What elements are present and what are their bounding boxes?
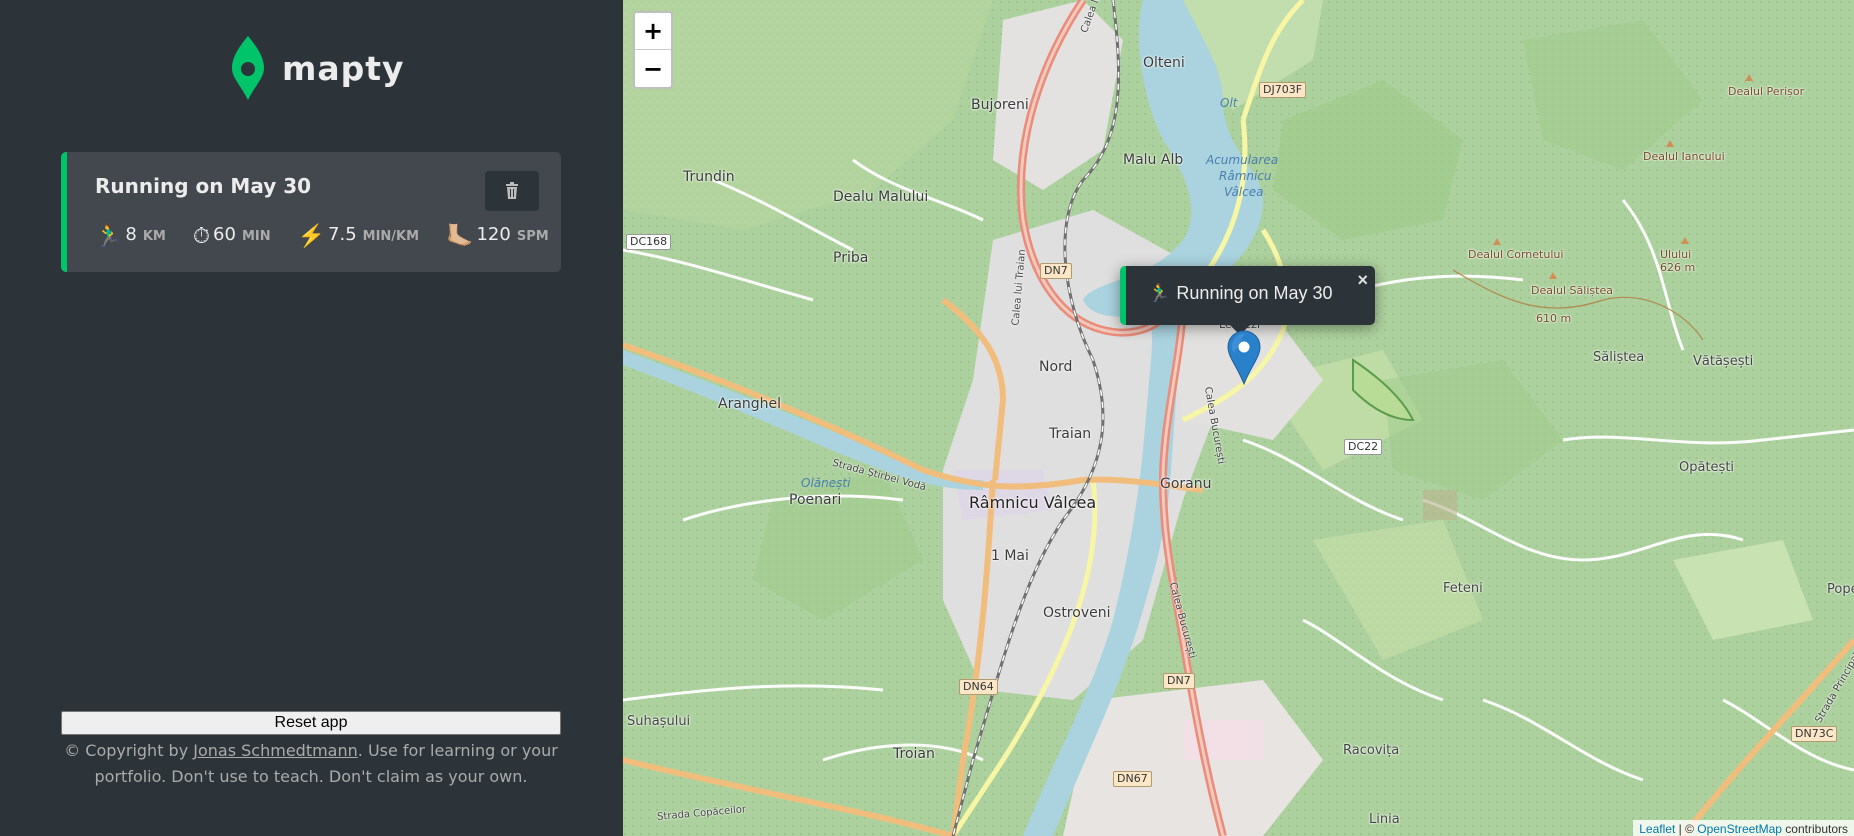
peak-label: 626 m [1660, 261, 1696, 274]
place-label: Priba [833, 250, 869, 266]
attribution-separator: | © [1675, 822, 1698, 836]
zoom-control: + − [633, 11, 673, 89]
map[interactable]: Olteni Bujoreni Malu Alb Trundin Dealu M… [623, 0, 1854, 836]
map-tiles[interactable] [623, 0, 1854, 836]
place-label: Linia [1369, 812, 1400, 827]
place-label: Traian [1049, 426, 1092, 442]
peak-label: Dealul Iancului [1643, 150, 1725, 163]
place-label: Olteni [1143, 55, 1185, 71]
duration-unit: min [241, 229, 271, 244]
peak-label: Dealul Cornetului [1468, 248, 1564, 261]
app-root: mapty Running on May 30 🏃‍♂️ 8 km [0, 0, 1854, 836]
place-label: Săliștea [1593, 350, 1645, 365]
road-ref-label: DN67 [1113, 771, 1152, 787]
peak-label: 610 m [1536, 312, 1572, 325]
author-link[interactable]: Jonas Schmedtmann [193, 741, 358, 760]
location-marker-icon[interactable] [1227, 330, 1261, 385]
workout-cadence: 🦶🏼 120 spm [446, 224, 549, 249]
runner-icon: 🏃‍♂️ [95, 224, 123, 249]
map-pin-icon [232, 36, 264, 100]
peak-label: Dealul Săliștea [1531, 284, 1613, 297]
distance-unit: km [142, 229, 166, 244]
zoom-out-button[interactable]: − [635, 50, 671, 87]
place-label: Racovița [1343, 743, 1400, 758]
road-ref-label: DN7 [1163, 673, 1195, 689]
peak-label: Dealul Perișor [1728, 85, 1805, 98]
place-label: Nord [1039, 359, 1073, 375]
popup-content: 🏃‍♂️ Running on May 30 [1148, 283, 1333, 304]
app-name: mapty [282, 48, 405, 88]
pace-unit: min/km [362, 229, 420, 244]
workout-distance: 🏃‍♂️ 8 km [95, 224, 166, 249]
workout-card-running[interactable]: Running on May 30 🏃‍♂️ 8 km ⏱ [61, 152, 561, 272]
workout-title: Running on May 30 [95, 174, 312, 198]
road-ref-label: DN64 [959, 679, 998, 695]
place-label: Bujoreni [971, 97, 1029, 113]
popup-title: Running on May 30 [1176, 283, 1333, 303]
water-label: Vâlcea [1224, 185, 1264, 199]
runner-icon: 🏃‍♂️ [1148, 283, 1171, 303]
workout-popup[interactable]: 🏃‍♂️ Running on May 30 × [1120, 266, 1375, 325]
road-ref-label: DN73C [1791, 726, 1838, 742]
workout-details: 🏃‍♂️ 8 km ⏱ 60 min ⚡️ 7.5 min/km 🦶🏼 120 [95, 224, 549, 249]
copyright-text: © Copyright by Jonas Schmedtmann. Use fo… [61, 738, 561, 790]
reset-app-button[interactable]: Reset app [61, 711, 561, 735]
water-label: Olănești [801, 476, 851, 490]
road-ref-label: DJ703F [1259, 82, 1307, 98]
place-label-city: Râmnicu Vâlcea [969, 493, 1097, 512]
attribution-suffix: contributors [1781, 822, 1848, 836]
distance-value: 8 [125, 224, 137, 245]
popup-close-button[interactable]: × [1357, 270, 1368, 291]
pace-value: 7.5 [328, 224, 357, 245]
place-label: Feteni [1443, 581, 1483, 596]
foot-icon: 🦶🏼 [446, 224, 474, 249]
water-label: Olt [1220, 96, 1238, 110]
place-label: Vătășești [1693, 354, 1754, 369]
place-label: Aranghel [718, 396, 782, 412]
workout-pace: ⚡️ 7.5 min/km [298, 224, 419, 249]
place-label: Suhașului [627, 714, 691, 729]
cadence-value: 120 [476, 224, 511, 245]
zoom-in-button[interactable]: + [635, 13, 671, 50]
stopwatch-icon: ⏱ [192, 224, 211, 249]
cadence-unit: spm [516, 229, 549, 244]
leaflet-link[interactable]: Leaflet [1639, 822, 1675, 836]
logo: mapty [228, 34, 405, 102]
duration-value: 60 [213, 224, 236, 245]
copyright-prefix: © Copyright by [64, 741, 194, 760]
trash-icon [506, 182, 518, 199]
sidebar: mapty Running on May 30 🏃‍♂️ 8 km [0, 0, 623, 836]
place-label: Ostroveni [1043, 605, 1111, 621]
osm-link[interactable]: OpenStreetMap [1697, 822, 1782, 836]
place-label: Opătești [1679, 460, 1735, 475]
road-ref-label: DN7 [1040, 263, 1072, 279]
water-label: Acumularea [1206, 153, 1279, 167]
lightning-icon: ⚡️ [297, 224, 326, 249]
peak-label: Ulului [1660, 248, 1692, 261]
map-attribution: Leaflet | © OpenStreetMap contributors [1633, 820, 1854, 836]
place-label: Popes [1827, 582, 1854, 597]
water-label: Râmnicu [1219, 169, 1272, 183]
place-label: Trundin [683, 169, 735, 185]
delete-workout-button[interactable] [485, 171, 539, 211]
place-label: Dealu Malului [833, 189, 929, 205]
place-label: Poenari [789, 492, 842, 508]
place-label: Troian [893, 746, 935, 762]
road-ref-label: DC22 [1344, 439, 1383, 455]
road-ref-label: DC168 [626, 234, 672, 250]
place-label: Goranu [1160, 476, 1212, 492]
workout-duration: ⏱ 60 min [193, 224, 271, 249]
place-label: Malu Alb [1123, 152, 1184, 168]
place-label: 1 Mai [991, 548, 1029, 564]
